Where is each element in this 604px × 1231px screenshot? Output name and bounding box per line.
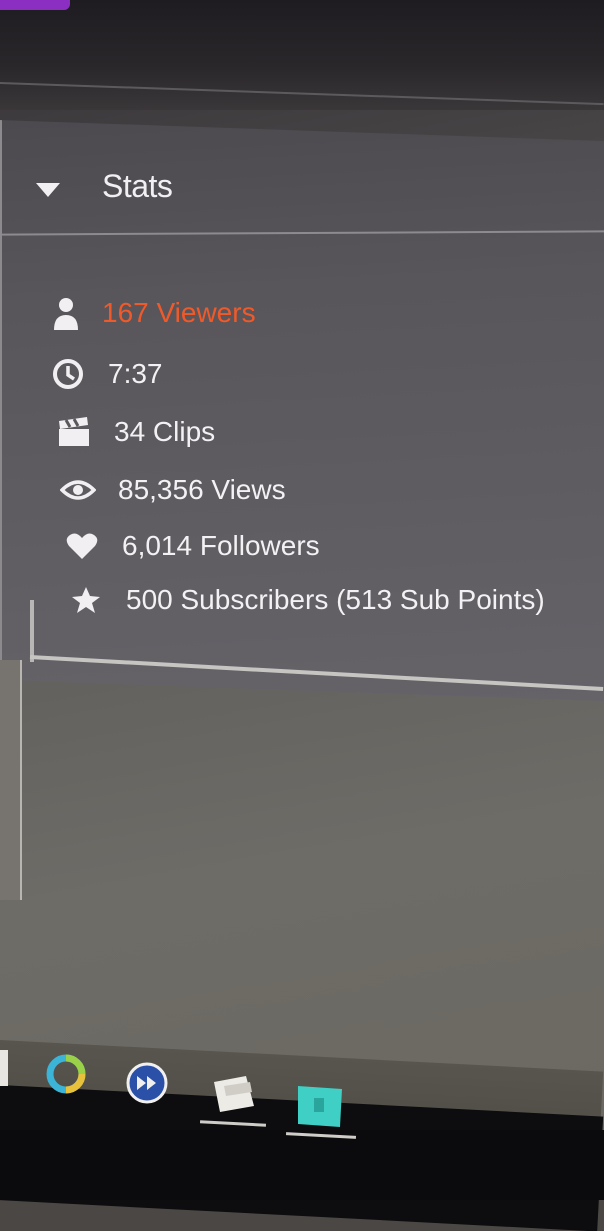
stat-subscribers: 500 Subscribers (513 Sub Points) bbox=[68, 584, 545, 616]
background-window-edge bbox=[0, 660, 22, 900]
caret-down-icon[interactable] bbox=[36, 183, 60, 197]
clapperboard-icon bbox=[56, 417, 92, 447]
teal-app-icon[interactable] bbox=[296, 1084, 344, 1133]
ring-app-icon[interactable] bbox=[44, 1052, 88, 1101]
purple-accent-bar bbox=[0, 0, 70, 10]
uptime-value: 7:37 bbox=[108, 358, 163, 389]
taskbar-edge-icon[interactable] bbox=[0, 1050, 8, 1091]
viewers-count: 167 Viewers bbox=[102, 297, 256, 328]
panel-title[interactable]: Stats bbox=[102, 168, 173, 205]
stat-views: 85,356 Views bbox=[60, 474, 286, 506]
panel-left-edge bbox=[30, 600, 34, 662]
clock-icon bbox=[50, 358, 86, 390]
media-app-icon[interactable] bbox=[126, 1062, 168, 1109]
views-count: 85,356 Views bbox=[118, 474, 286, 505]
stat-followers: 6,014 Followers bbox=[64, 530, 320, 562]
folder-app-icon[interactable] bbox=[210, 1074, 258, 1119]
eye-icon bbox=[60, 478, 96, 502]
stat-viewers: 167 Viewers bbox=[48, 296, 256, 330]
monitor-bezel-bottom bbox=[0, 1130, 604, 1200]
stat-clips: 34 Clips bbox=[56, 416, 215, 448]
star-icon bbox=[68, 586, 104, 614]
person-icon bbox=[48, 296, 84, 330]
clips-count: 34 Clips bbox=[114, 416, 216, 447]
heart-icon bbox=[64, 532, 100, 560]
stat-uptime: 7:37 bbox=[50, 358, 163, 390]
followers-count: 6,014 Followers bbox=[122, 530, 320, 561]
subscribers-count: 500 Subscribers (513 Sub Points) bbox=[126, 584, 545, 615]
